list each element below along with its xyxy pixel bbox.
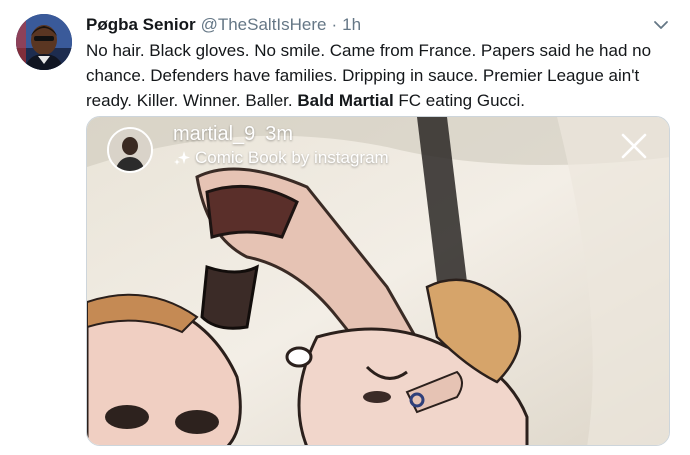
tweet-card[interactable]: Pøgba Senior @TheSaltIsHere · 1h No hair…	[0, 0, 690, 455]
story-username-line: martial_9 3m	[173, 121, 293, 147]
author-display-name[interactable]: Pøgba Senior	[86, 14, 196, 36]
tweet-header: Pøgba Senior @TheSaltIsHere · 1h	[86, 14, 650, 36]
story-user-avatar-image	[109, 129, 151, 171]
story-timestamp: 3m	[265, 123, 294, 145]
story-username[interactable]: martial_9	[173, 123, 255, 145]
close-icon[interactable]	[617, 129, 651, 163]
tweet-text: No hair. Black gloves. No smile. Came fr…	[86, 38, 676, 113]
chevron-down-icon[interactable]	[652, 16, 670, 34]
tweet-text-part2: FC eating Gucci.	[393, 91, 526, 110]
author-avatar-image	[16, 14, 72, 70]
tweet-text-bold: Bald Martial	[297, 91, 394, 110]
tweet-media-story[interactable]: martial_9 3m Comic Book by instagram	[86, 116, 670, 446]
author-handle[interactable]: @TheSaltIsHere	[201, 14, 327, 36]
sparkle-icon	[174, 151, 190, 165]
story-filter-label[interactable]: Comic Book by instagram	[173, 147, 389, 169]
author-avatar[interactable]	[16, 14, 72, 70]
header-separator: ·	[331, 15, 338, 34]
tweet-timestamp[interactable]: 1h	[342, 14, 361, 36]
story-filter-text: Comic Book by instagram	[195, 148, 389, 167]
story-user-avatar[interactable]	[107, 127, 153, 173]
